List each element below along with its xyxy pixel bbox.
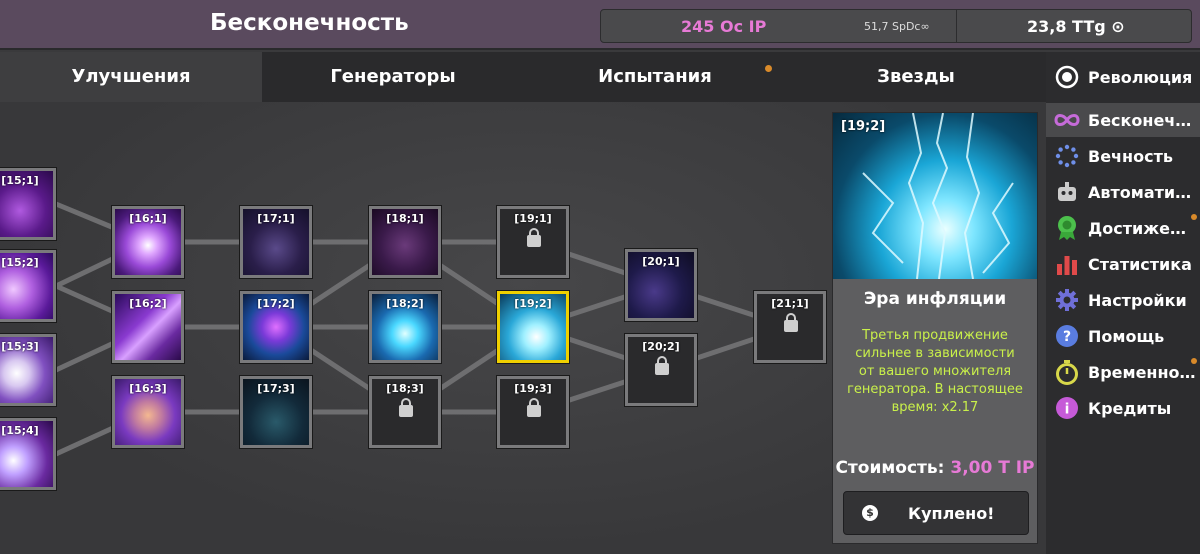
node-id: [18;3] [386, 382, 424, 395]
sidebar-item-statistics[interactable]: Статистика [1046, 247, 1200, 281]
node-id: [18;1] [386, 212, 424, 225]
upgrade-node-20-1[interactable]: [20;1] [625, 249, 697, 321]
node-id: [15;3] [1, 340, 39, 353]
coin-icon: $ [862, 505, 878, 521]
upgrade-node-16-2[interactable]: [16;2] [112, 291, 184, 363]
upgrade-node-18-2[interactable]: [18;2] [369, 291, 441, 363]
notification-dot [1191, 214, 1197, 220]
sidebar-item-label: Вечность [1088, 146, 1173, 166]
medal-icon [1054, 215, 1080, 241]
sidebar-item-infinity[interactable]: Бесконечность [1046, 103, 1200, 137]
node-id: [15;1] [1, 174, 39, 187]
upgrade-node-20-2[interactable]: [20;2] [625, 334, 697, 406]
node-id: [19;2] [514, 297, 552, 310]
upgrade-id: [19;2] [841, 119, 886, 134]
sidebar-item-time[interactable]: Временной разлом [1046, 355, 1200, 389]
node-id: [17;3] [257, 382, 295, 395]
sidebar-item-label: Революция [1088, 67, 1193, 87]
node-id: [19;3] [514, 382, 552, 395]
node-id: [20;2] [642, 340, 680, 353]
upgrade-node-15-3[interactable]: [15;3] [0, 334, 56, 406]
bar-chart-icon [1054, 251, 1080, 277]
sidebar-item-achievements[interactable]: Достижения [1046, 211, 1200, 245]
sidebar-item-label: Достижения [1088, 218, 1196, 238]
lightning-art [862, 113, 1014, 279]
sidebar-item-eternity[interactable]: Вечность [1046, 139, 1200, 173]
lock-icon [399, 398, 413, 417]
sidebar-item-label: Помощь [1088, 326, 1165, 346]
infinity-icon [1054, 107, 1080, 133]
sidebar: Революция Бесконечность Вечность Автомат… [1046, 52, 1200, 554]
dots-circle-icon [1054, 143, 1080, 169]
svg-text:i: i [1065, 402, 1070, 418]
upgrade-cost: Стоимость: 3,00 T IP [833, 457, 1037, 485]
divider [956, 10, 957, 42]
svg-text:?: ? [1063, 329, 1071, 345]
node-id: [16;1] [129, 212, 167, 225]
sidebar-item-label: Бесконечность [1088, 110, 1196, 130]
upgrade-detail-panel: [19;2] Эра инфляции Третья продвижение с… [832, 112, 1038, 544]
buy-button-label: Куплено! [908, 503, 995, 523]
lock-icon [655, 356, 669, 375]
node-id: [20;1] [642, 255, 680, 268]
buy-button[interactable]: $ Куплено! [843, 491, 1029, 535]
sidebar-item-settings[interactable]: Настройки [1046, 283, 1200, 317]
node-id: [19;1] [514, 212, 552, 225]
upgrade-node-19-3[interactable]: [19;3] [497, 376, 569, 448]
upgrade-node-15-1[interactable]: [15;1] [0, 168, 56, 240]
gear-icon [1054, 287, 1080, 313]
lock-icon [784, 313, 798, 332]
target-icon [1054, 64, 1080, 90]
sidebar-item-automation[interactable]: Автоматизация [1046, 175, 1200, 209]
upgrade-description: Третья продвижение сильнее в зависимости… [847, 328, 1023, 415]
cost-value: 3,00 T IP [950, 458, 1035, 478]
question-icon: ? [1054, 323, 1080, 349]
node-id: [16;2] [129, 297, 167, 310]
upgrade-node-21-1[interactable]: [21;1] [754, 291, 826, 363]
upgrade-node-17-2[interactable]: [17;2] [240, 291, 312, 363]
sidebar-item-help[interactable]: ? Помощь [1046, 319, 1200, 353]
node-id: [15;2] [1, 256, 39, 269]
upgrade-node-16-1[interactable]: [16;1] [112, 206, 184, 278]
upgrade-image: [19;2] [833, 113, 1037, 279]
upgrade-node-19-1[interactable]: [19;1] [497, 206, 569, 278]
upgrade-name: Эра инфляции [863, 289, 1007, 309]
lock-icon [527, 398, 541, 417]
node-id: [21;1] [771, 297, 809, 310]
sidebar-item-label: Временной разлом [1088, 362, 1196, 382]
node-id: [17;2] [257, 297, 295, 310]
node-id: [15;4] [1, 424, 39, 437]
sidebar-item-revolution[interactable]: Революция [1046, 60, 1200, 94]
upgrade-node-19-2[interactable]: [19;2] [497, 291, 569, 363]
lock-icon [527, 228, 541, 247]
node-id: [18;2] [386, 297, 424, 310]
upgrade-node-16-3[interactable]: [16;3] [112, 376, 184, 448]
node-id: [17;1] [257, 212, 295, 225]
upgrade-node-18-3[interactable]: [18;3] [369, 376, 441, 448]
sidebar-item-label: Автоматизация [1088, 182, 1196, 202]
upgrade-node-18-1[interactable]: [18;1] [369, 206, 441, 278]
upgrade-node-15-2[interactable]: [15;2] [0, 250, 56, 322]
node-id: [16;3] [129, 382, 167, 395]
robot-icon [1054, 179, 1080, 205]
sidebar-item-credits[interactable]: i Кредиты [1046, 391, 1200, 425]
upgrade-node-17-1[interactable]: [17;1] [240, 206, 312, 278]
stopwatch-icon [1054, 359, 1080, 385]
sidebar-item-label: Настройки [1088, 290, 1187, 310]
cost-label: Стоимость: [835, 458, 945, 478]
upgrade-node-15-4[interactable]: [15;4] [0, 418, 56, 490]
speed-counter: 51,7 SpDc∞ [864, 20, 930, 33]
upgrade-node-17-3[interactable]: [17;3] [240, 376, 312, 448]
sidebar-item-label: Статистика [1088, 254, 1192, 274]
notification-dot [1191, 358, 1197, 364]
sidebar-item-label: Кредиты [1088, 398, 1172, 418]
info-icon: i [1054, 395, 1080, 421]
ttg-counter: 23,8 TTg ⊙ [1027, 17, 1125, 36]
